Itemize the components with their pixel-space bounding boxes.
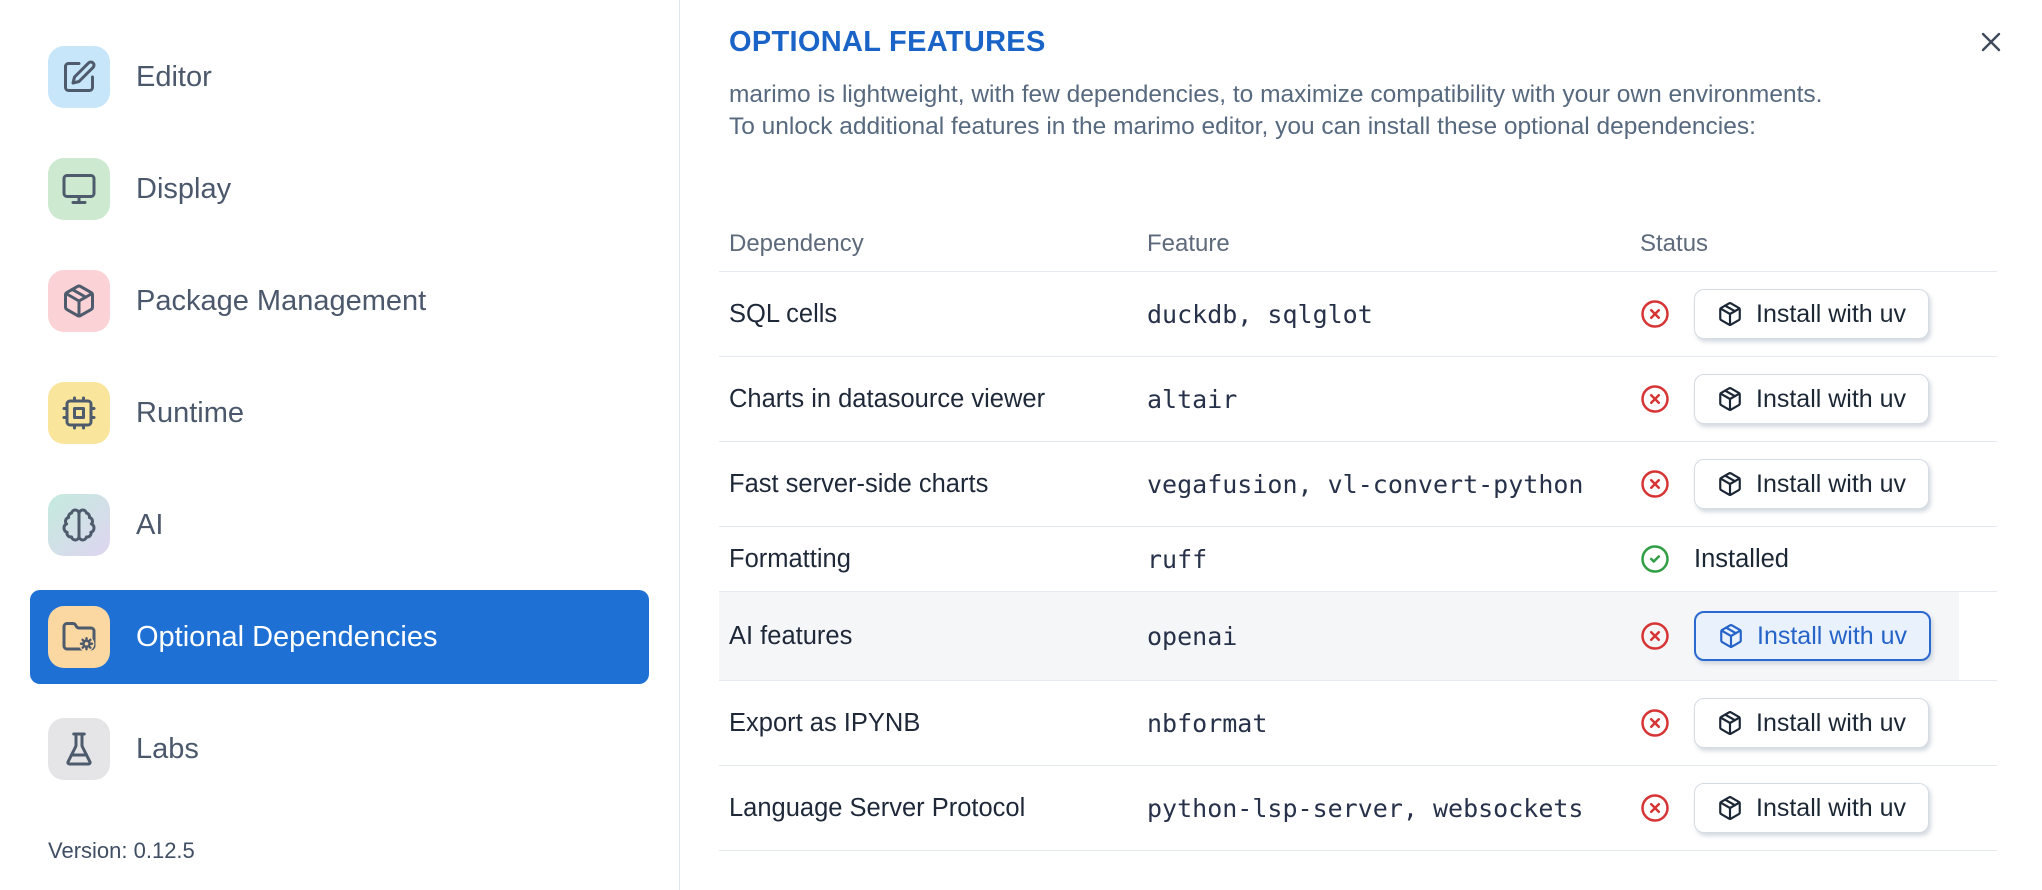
table-row: Export as IPYNB nbformat Install with uv — [719, 681, 1997, 766]
sidebar-item-display[interactable]: Display — [30, 142, 649, 236]
package-icon — [1719, 472, 1741, 496]
sidebar-item-ai[interactable]: AI — [30, 478, 649, 572]
monitor-icon — [62, 174, 96, 204]
feature-cell: altair — [1147, 384, 1238, 414]
sidebar-item-runtime[interactable]: Runtime — [30, 366, 649, 460]
panel-description-line-1: marimo is lightweight, with few dependen… — [729, 81, 1823, 108]
status-cell: Install with uv — [1630, 374, 1997, 424]
optional-features-panel: OPTIONAL FEATURES marimo is lightweight,… — [681, 0, 2042, 890]
folder-cog-icon — [62, 622, 96, 652]
table-row: SQL cells duckdb, sqlglot Install with uv — [719, 272, 1997, 357]
feature-cell: duckdb, sqlglot — [1147, 299, 1373, 329]
install-with-uv-button[interactable]: Install with uv — [1694, 611, 1932, 661]
version-label: Version: 0.12.5 — [48, 838, 195, 863]
sidebar-item-label: Runtime — [136, 396, 244, 429]
table-row: Formatting ruff Installed — [719, 527, 1997, 592]
circle-x-icon — [1641, 300, 1669, 328]
sidebar-icon-chip — [48, 46, 110, 108]
dependency-cell: Fast server-side charts — [729, 469, 989, 498]
close-button[interactable] — [1970, 22, 2012, 64]
sidebar-icon-chip — [48, 606, 110, 668]
dependencies-table: Dependency Feature Status SQL cells duckd… — [719, 216, 1997, 851]
table-row: Charts in datasource viewer altair Install… — [719, 357, 1997, 442]
circle-x-icon — [1641, 794, 1669, 822]
install-button-label: Install with uv — [1756, 708, 1907, 737]
brain-icon — [62, 508, 96, 542]
sidebar-item-package-management[interactable]: Package Management — [30, 254, 649, 348]
column-header-feature: Feature — [1147, 229, 1230, 257]
sidebar-nav: Editor Display Package Management Runtime AI… — [30, 30, 649, 796]
sidebar-item-label: Optional Dependencies — [136, 620, 438, 653]
sidebar-item-labs[interactable]: Labs — [30, 702, 649, 796]
status-cell: Install with uv — [1630, 459, 1997, 509]
panel-description-line-2: To unlock additional features in the mar… — [729, 112, 1756, 140]
feature-cell: vegafusion, vl-convert-python — [1147, 469, 1584, 499]
status-cell: Install with uv — [1630, 783, 1997, 833]
dependency-cell: Formatting — [729, 544, 851, 573]
sidebar-icon-chip — [48, 382, 110, 444]
table-row: Language Server Protocol python-lsp-serve… — [719, 766, 1997, 851]
panel-title: OPTIONAL FEATURES — [729, 26, 1046, 58]
sidebar-item-label: Editor — [136, 60, 212, 93]
install-button-label: Install with uv — [1756, 793, 1907, 822]
package-icon — [64, 284, 94, 318]
sidebar-item-label: AI — [136, 508, 164, 541]
install-with-uv-button[interactable]: Install with uv — [1694, 698, 1930, 748]
table-row: Fast server-side charts vegafusion, vl-co… — [719, 442, 1997, 527]
dependency-cell: AI features — [729, 621, 853, 650]
panel-description: marimo is lightweight, with few dependen… — [729, 79, 1997, 142]
column-header-status: Status — [1640, 229, 1709, 257]
sidebar-item-optional-dependencies[interactable]: Optional Dependencies — [30, 590, 649, 684]
status-cell: Installed — [1630, 544, 1997, 574]
dependency-cell: SQL cells — [729, 299, 838, 328]
feature-cell: nbformat — [1147, 708, 1268, 738]
square-pen-icon — [64, 60, 96, 92]
status-cell: Install with uv — [1630, 289, 1997, 339]
column-header-dependency: Dependency — [729, 229, 864, 257]
x-icon — [1981, 32, 2001, 52]
install-button-label: Install with uv — [1756, 299, 1907, 328]
package-icon — [1719, 387, 1741, 411]
feature-cell: ruff — [1147, 544, 1208, 574]
sidebar-item-label: Package Management — [136, 284, 427, 317]
sidebar-icon-chip — [48, 158, 110, 220]
install-with-uv-button[interactable]: Install with uv — [1694, 783, 1930, 833]
cpu-icon — [62, 396, 96, 430]
install-button-label: Install with uv — [1756, 384, 1907, 413]
install-with-uv-button[interactable]: Install with uv — [1694, 459, 1930, 509]
sidebar-item-label: Labs — [136, 732, 199, 765]
install-with-uv-button[interactable]: Install with uv — [1694, 289, 1930, 339]
table-header-row: Dependency Feature Status — [719, 216, 1997, 272]
circle-x-icon — [1641, 709, 1669, 737]
sidebar-item-editor[interactable]: Editor — [30, 30, 649, 124]
circle-x-icon — [1641, 470, 1669, 498]
feature-cell: openai — [1147, 621, 1238, 651]
package-icon — [1720, 624, 1742, 648]
install-button-label: Install with uv — [1756, 469, 1907, 498]
table-body: SQL cells duckdb, sqlglot Install with uv C… — [719, 272, 1997, 851]
package-icon — [1719, 796, 1741, 820]
settings-sidebar: Editor Display Package Management Runtime AI… — [0, 0, 680, 890]
status-cell: Install with uv — [1630, 611, 1997, 661]
sidebar-icon-chip — [48, 718, 110, 780]
circle-x-icon — [1641, 385, 1669, 413]
sidebar-icon-chip — [48, 270, 110, 332]
circle-check-icon — [1641, 545, 1669, 573]
status-cell: Install with uv — [1630, 698, 1997, 748]
package-icon — [1719, 711, 1741, 735]
flask-icon — [66, 732, 92, 766]
install-with-uv-button[interactable]: Install with uv — [1694, 374, 1930, 424]
dependency-cell: Language Server Protocol — [729, 793, 1026, 822]
sidebar-icon-chip — [48, 494, 110, 556]
sidebar-item-label: Display — [136, 172, 232, 205]
dependency-cell: Charts in datasource viewer — [729, 384, 1046, 413]
package-icon — [1719, 302, 1741, 326]
installed-label: Installed — [1694, 544, 1789, 573]
table-row: AI features openai Install with uv — [719, 592, 1997, 681]
install-button-label: Install with uv — [1757, 621, 1908, 650]
dependency-cell: Export as IPYNB — [729, 708, 921, 737]
circle-x-icon — [1641, 622, 1669, 650]
feature-cell: python-lsp-server, websockets — [1147, 793, 1584, 823]
